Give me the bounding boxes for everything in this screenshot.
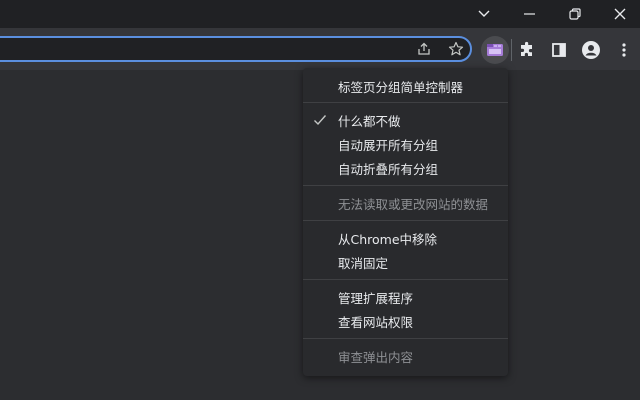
menu-separator [303,220,508,221]
menu-manage-label: 管理扩展程序 [338,290,414,306]
browser-window: 标签页分组简单控制器 什么都不做 自动展开所有分组 自动折叠所有分组 无法读取或… [0,0,640,400]
menu-extension-title[interactable]: 标签页分组简单控制器 [303,74,508,98]
chevron-down-icon [478,10,490,17]
share-button[interactable] [410,38,438,60]
extensions-button[interactable] [513,36,541,64]
kebab-menu-icon [622,43,626,57]
menu-unpin[interactable]: 取消固定 [303,250,508,274]
menu-extension-title-label: 标签页分组简单控制器 [338,79,464,95]
menu-option-collapse-all[interactable]: 自动折叠所有分组 [303,156,508,180]
menu-view-site-permissions[interactable]: 查看网站权限 [303,309,508,333]
minimize-icon [524,13,535,15]
bookmark-button[interactable] [442,38,470,60]
tab-search-button[interactable] [462,0,506,28]
toolbar-divider [511,39,512,61]
restore-button[interactable] [553,0,597,28]
minimize-button[interactable] [508,0,552,28]
menu-option-label: 自动展开所有分组 [338,137,439,153]
menu-manage-extensions[interactable]: 管理扩展程序 [303,285,508,309]
tab-groups-extension-button[interactable] [481,36,509,64]
puzzle-icon [521,41,532,56]
checkmark-icon [312,112,328,128]
menu-option-expand-all[interactable]: 自动展开所有分组 [303,132,508,156]
side-panel-button[interactable] [545,36,573,64]
menu-separator [303,185,508,186]
tab-groups-extension-icon [487,44,503,56]
extension-context-menu: 标签页分组简单控制器 什么都不做 自动展开所有分组 自动折叠所有分组 无法读取或… [303,68,508,376]
menu-option-label: 什么都不做 [338,113,401,129]
menu-separator [303,338,508,339]
title-bar [0,0,640,28]
menu-inspect-label: 审查弹出内容 [338,349,414,365]
address-bar[interactable] [0,36,472,62]
close-icon [614,8,626,20]
menu-inspect-popup: 审查弹出内容 [303,344,508,368]
menu-permissions-label: 查看网站权限 [338,314,414,330]
side-panel-icon [552,43,566,57]
restore-icon [569,8,581,20]
chrome-menu-button[interactable] [610,36,638,64]
menu-site-access-label: 无法读取或更改网站的数据 [338,196,489,212]
menu-remove-label: 从Chrome中移除 [338,231,438,247]
menu-option-do-nothing[interactable]: 什么都不做 [303,108,508,132]
menu-separator [303,279,508,280]
menu-remove-from-chrome[interactable]: 从Chrome中移除 [303,226,508,250]
share-icon [418,42,430,55]
profile-button[interactable] [577,36,605,64]
toolbar [0,28,640,70]
star-icon [448,41,464,56]
profile-icon [582,41,600,59]
menu-separator [303,102,508,103]
menu-site-access: 无法读取或更改网站的数据 [303,191,508,215]
close-button[interactable] [598,0,640,28]
menu-option-label: 自动折叠所有分组 [338,161,439,177]
menu-unpin-label: 取消固定 [338,255,389,271]
